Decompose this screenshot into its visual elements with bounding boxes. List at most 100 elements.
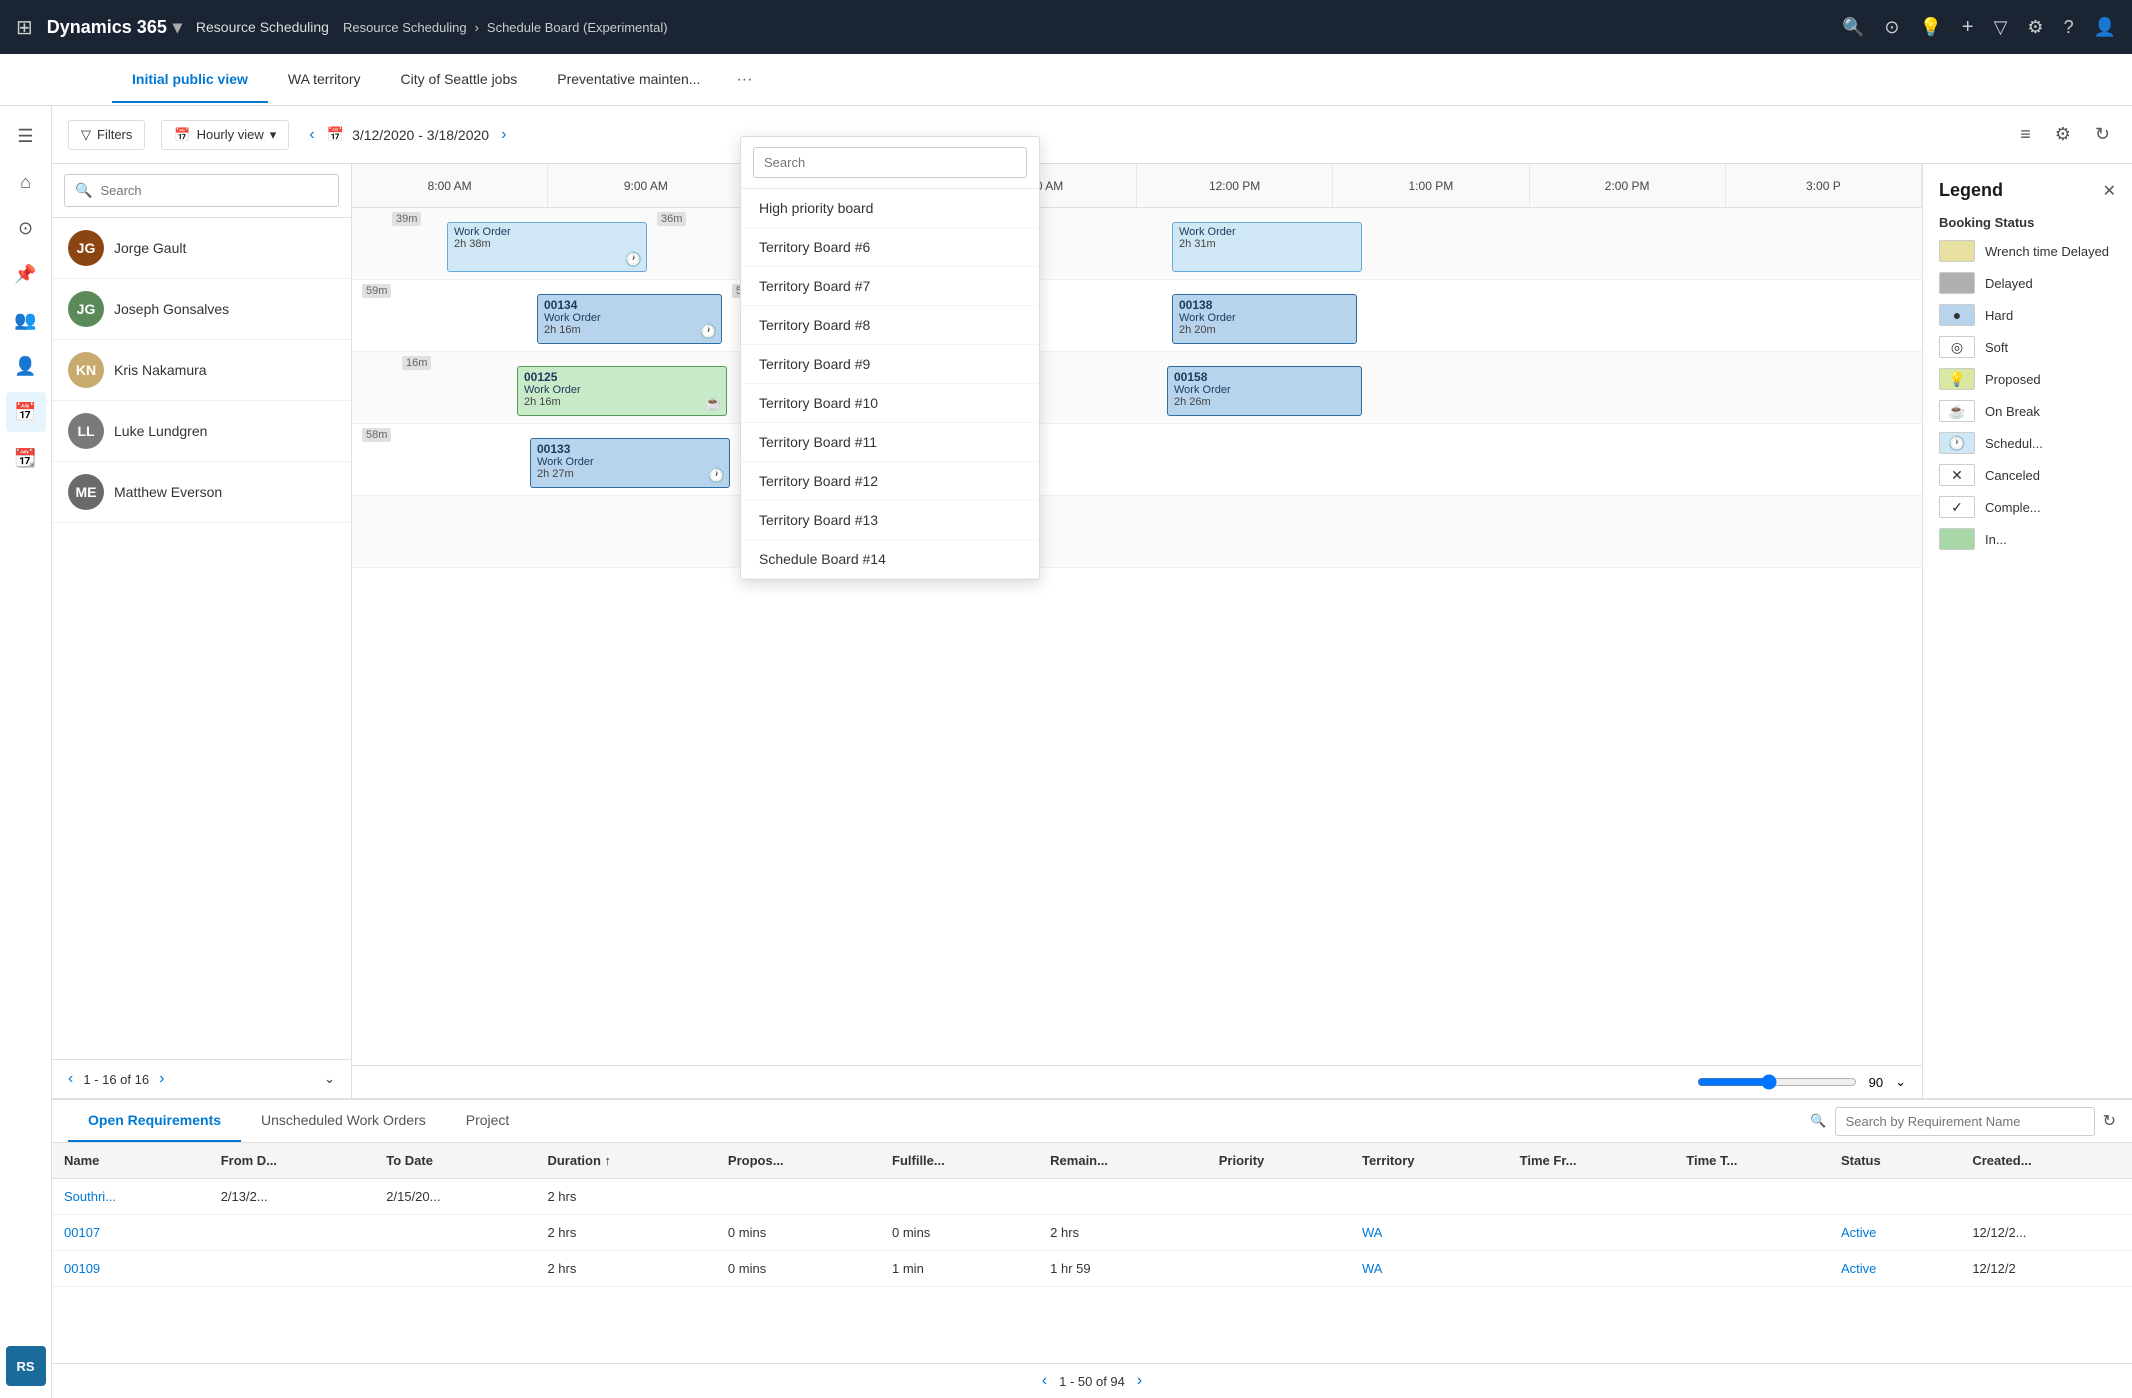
- link-status-2[interactable]: Active: [1841, 1261, 1876, 1276]
- legend-item-wrench: Wrench time Delayed: [1939, 240, 2116, 262]
- cell-fulfilled-1: 0 mins: [880, 1215, 1038, 1251]
- dropdown-item-territory12[interactable]: Territory Board #12: [741, 462, 1039, 501]
- gantt-rows-container: 39m Work Order 2h 38m 🕐 36m Work Order 2…: [352, 208, 1922, 1065]
- resource-row-joseph[interactable]: JG Joseph Gonsalves: [52, 279, 351, 340]
- pagination-prev-btn[interactable]: ‹: [1042, 1372, 1047, 1390]
- view-selector-button[interactable]: 📅 Hourly view ▾: [161, 120, 289, 150]
- avatar-joseph: JG: [68, 291, 104, 327]
- req-search-input[interactable]: [1835, 1107, 2095, 1136]
- tab-wa-territory[interactable]: WA territory: [268, 57, 381, 103]
- user-initials[interactable]: RS: [6, 1346, 46, 1386]
- booking-luke-1[interactable]: 00133 Work Order 2h 27m 🕐: [530, 438, 730, 488]
- cell-created-0: [1960, 1179, 2132, 1215]
- brand: Dynamics 365 ▾: [47, 17, 182, 38]
- apps-icon[interactable]: ⊞: [16, 15, 33, 40]
- dropdown-item-scheduleboard14[interactable]: Schedule Board #14: [741, 540, 1039, 579]
- time-col-3pm: 3:00 P: [1726, 164, 1922, 207]
- help-icon[interactable]: ?: [2064, 17, 2074, 38]
- booking-kris-2[interactable]: 00158 Work Order 2h 26m: [1167, 366, 1362, 416]
- refresh-icon[interactable]: ↻: [2089, 118, 2116, 151]
- tab-initial-public[interactable]: Initial public view: [112, 57, 268, 103]
- tab-open-requirements[interactable]: Open Requirements: [68, 1100, 241, 1142]
- filters-button[interactable]: ▽ Filters: [68, 120, 145, 150]
- col-proposed: Propos...: [716, 1143, 880, 1179]
- resource-search-input[interactable]: [100, 183, 328, 198]
- date-next-button[interactable]: ›: [497, 122, 510, 148]
- cell-timefr-0: [1508, 1179, 1675, 1215]
- booking-joseph-2[interactable]: 00138 Work Order 2h 20m: [1172, 294, 1357, 344]
- resource-row-kris[interactable]: KN Kris Nakamura: [52, 340, 351, 401]
- link-territory-1[interactable]: WA: [1362, 1225, 1382, 1240]
- legend-label-canceled: Canceled: [1985, 468, 2040, 483]
- link-00109[interactable]: 00109: [64, 1261, 100, 1276]
- recent-icon[interactable]: ⊙: [6, 208, 46, 248]
- brand-name: Dynamics 365: [47, 17, 167, 38]
- people2-icon[interactable]: 👤: [6, 346, 46, 386]
- cell-duration-1: 2 hrs: [535, 1215, 715, 1251]
- legend-label-onbreak: On Break: [1985, 404, 2040, 419]
- expand-icon[interactable]: ⌄: [324, 1071, 335, 1087]
- booking-kris-1[interactable]: 00125 Work Order 2h 16m ☕: [517, 366, 727, 416]
- booking-jorge-1[interactable]: Work Order 2h 38m 🕐: [447, 222, 647, 272]
- cell-to-date-0: 2/15/20...: [374, 1179, 535, 1215]
- resource-row-matthew[interactable]: ME Matthew Everson: [52, 462, 351, 523]
- dropdown-item-territory13[interactable]: Territory Board #13: [741, 501, 1039, 540]
- resource-prev-page[interactable]: ‹: [68, 1070, 73, 1088]
- legend-label-delayed: Delayed: [1985, 276, 2033, 291]
- hamburger-icon[interactable]: ☰: [6, 116, 46, 156]
- list-view-icon[interactable]: ≡: [2014, 118, 2037, 151]
- dropdown-item-territory8[interactable]: Territory Board #8: [741, 306, 1039, 345]
- filter-icon-nav[interactable]: ▽: [1994, 17, 2008, 38]
- search-icon-nav[interactable]: 🔍: [1842, 17, 1864, 38]
- target-icon[interactable]: ⊙: [1884, 17, 1899, 38]
- col-created: Created...: [1960, 1143, 2132, 1179]
- tab-project[interactable]: Project: [446, 1100, 530, 1142]
- col-time-to: Time T...: [1674, 1143, 1829, 1179]
- dropdown-item-territory6[interactable]: Territory Board #6: [741, 228, 1039, 267]
- brand-chevron[interactable]: ▾: [173, 17, 182, 38]
- resource-row-jorge[interactable]: JG Jorge Gault: [52, 218, 351, 279]
- tab-city-seattle[interactable]: City of Seattle jobs: [381, 57, 538, 103]
- zoom-collapse-icon[interactable]: ⌄: [1895, 1074, 1906, 1090]
- link-territory-2[interactable]: WA: [1362, 1261, 1382, 1276]
- calendar2-icon[interactable]: 📆: [6, 438, 46, 478]
- resource-name-jorge: Jorge Gault: [114, 240, 186, 256]
- refresh-icon-bottom[interactable]: ↻: [2103, 1111, 2116, 1131]
- tab-more-button[interactable]: ···: [728, 63, 760, 97]
- travel-16m: 16m: [402, 356, 431, 370]
- legend-swatch-scheduled: 🕐: [1939, 432, 1975, 454]
- date-prev-button[interactable]: ‹: [305, 122, 318, 148]
- pinned-icon[interactable]: 📌: [6, 254, 46, 294]
- link-00107[interactable]: 00107: [64, 1225, 100, 1240]
- people-icon[interactable]: 👥: [6, 300, 46, 340]
- zoom-slider[interactable]: [1697, 1074, 1857, 1090]
- dropdown-item-territory11[interactable]: Territory Board #11: [741, 423, 1039, 462]
- calendar-icon[interactable]: 📅: [6, 392, 46, 432]
- lightbulb-icon[interactable]: 💡: [1919, 17, 1941, 38]
- board-settings-icon[interactable]: ⚙: [2049, 118, 2077, 151]
- add-icon[interactable]: +: [1962, 16, 1974, 39]
- legend-close-button[interactable]: ✕: [2103, 181, 2116, 201]
- pagination-next-btn[interactable]: ›: [1137, 1372, 1142, 1390]
- link-southri[interactable]: Southri...: [64, 1189, 116, 1204]
- tab-unscheduled-work[interactable]: Unscheduled Work Orders: [241, 1100, 446, 1142]
- tab-preventative[interactable]: Preventative mainten...: [537, 57, 720, 103]
- booking-jorge-2[interactable]: Work Order 2h 31m: [1172, 222, 1362, 272]
- resource-next-page[interactable]: ›: [159, 1070, 164, 1088]
- breadcrumb-root[interactable]: Resource Scheduling: [343, 20, 467, 35]
- cell-timeto-0: [1674, 1179, 1829, 1215]
- dropdown-item-highpriority[interactable]: High priority board: [741, 189, 1039, 228]
- dropdown-item-territory9[interactable]: Territory Board #9: [741, 345, 1039, 384]
- bottom-search-area: 🔍 ↻: [1810, 1107, 2116, 1136]
- home-icon[interactable]: ⌂: [6, 162, 46, 202]
- dropdown-item-territory7[interactable]: Territory Board #7: [741, 267, 1039, 306]
- app-layout: ☰ ⌂ ⊙ 📌 👥 👤 📅 📆 RS ▽ Filters 📅 Hourly vi…: [0, 106, 2132, 1398]
- dropdown-item-territory10[interactable]: Territory Board #10: [741, 384, 1039, 423]
- settings-icon[interactable]: ⚙: [2027, 17, 2043, 38]
- col-duration[interactable]: Duration ↑: [535, 1143, 715, 1179]
- link-status-1[interactable]: Active: [1841, 1225, 1876, 1240]
- dropdown-search-input[interactable]: [753, 147, 1027, 178]
- resource-row-luke[interactable]: LL Luke Lundgren: [52, 401, 351, 462]
- user-icon[interactable]: 👤: [2094, 17, 2116, 38]
- booking-joseph-1[interactable]: 00134 Work Order 2h 16m 🕐: [537, 294, 722, 344]
